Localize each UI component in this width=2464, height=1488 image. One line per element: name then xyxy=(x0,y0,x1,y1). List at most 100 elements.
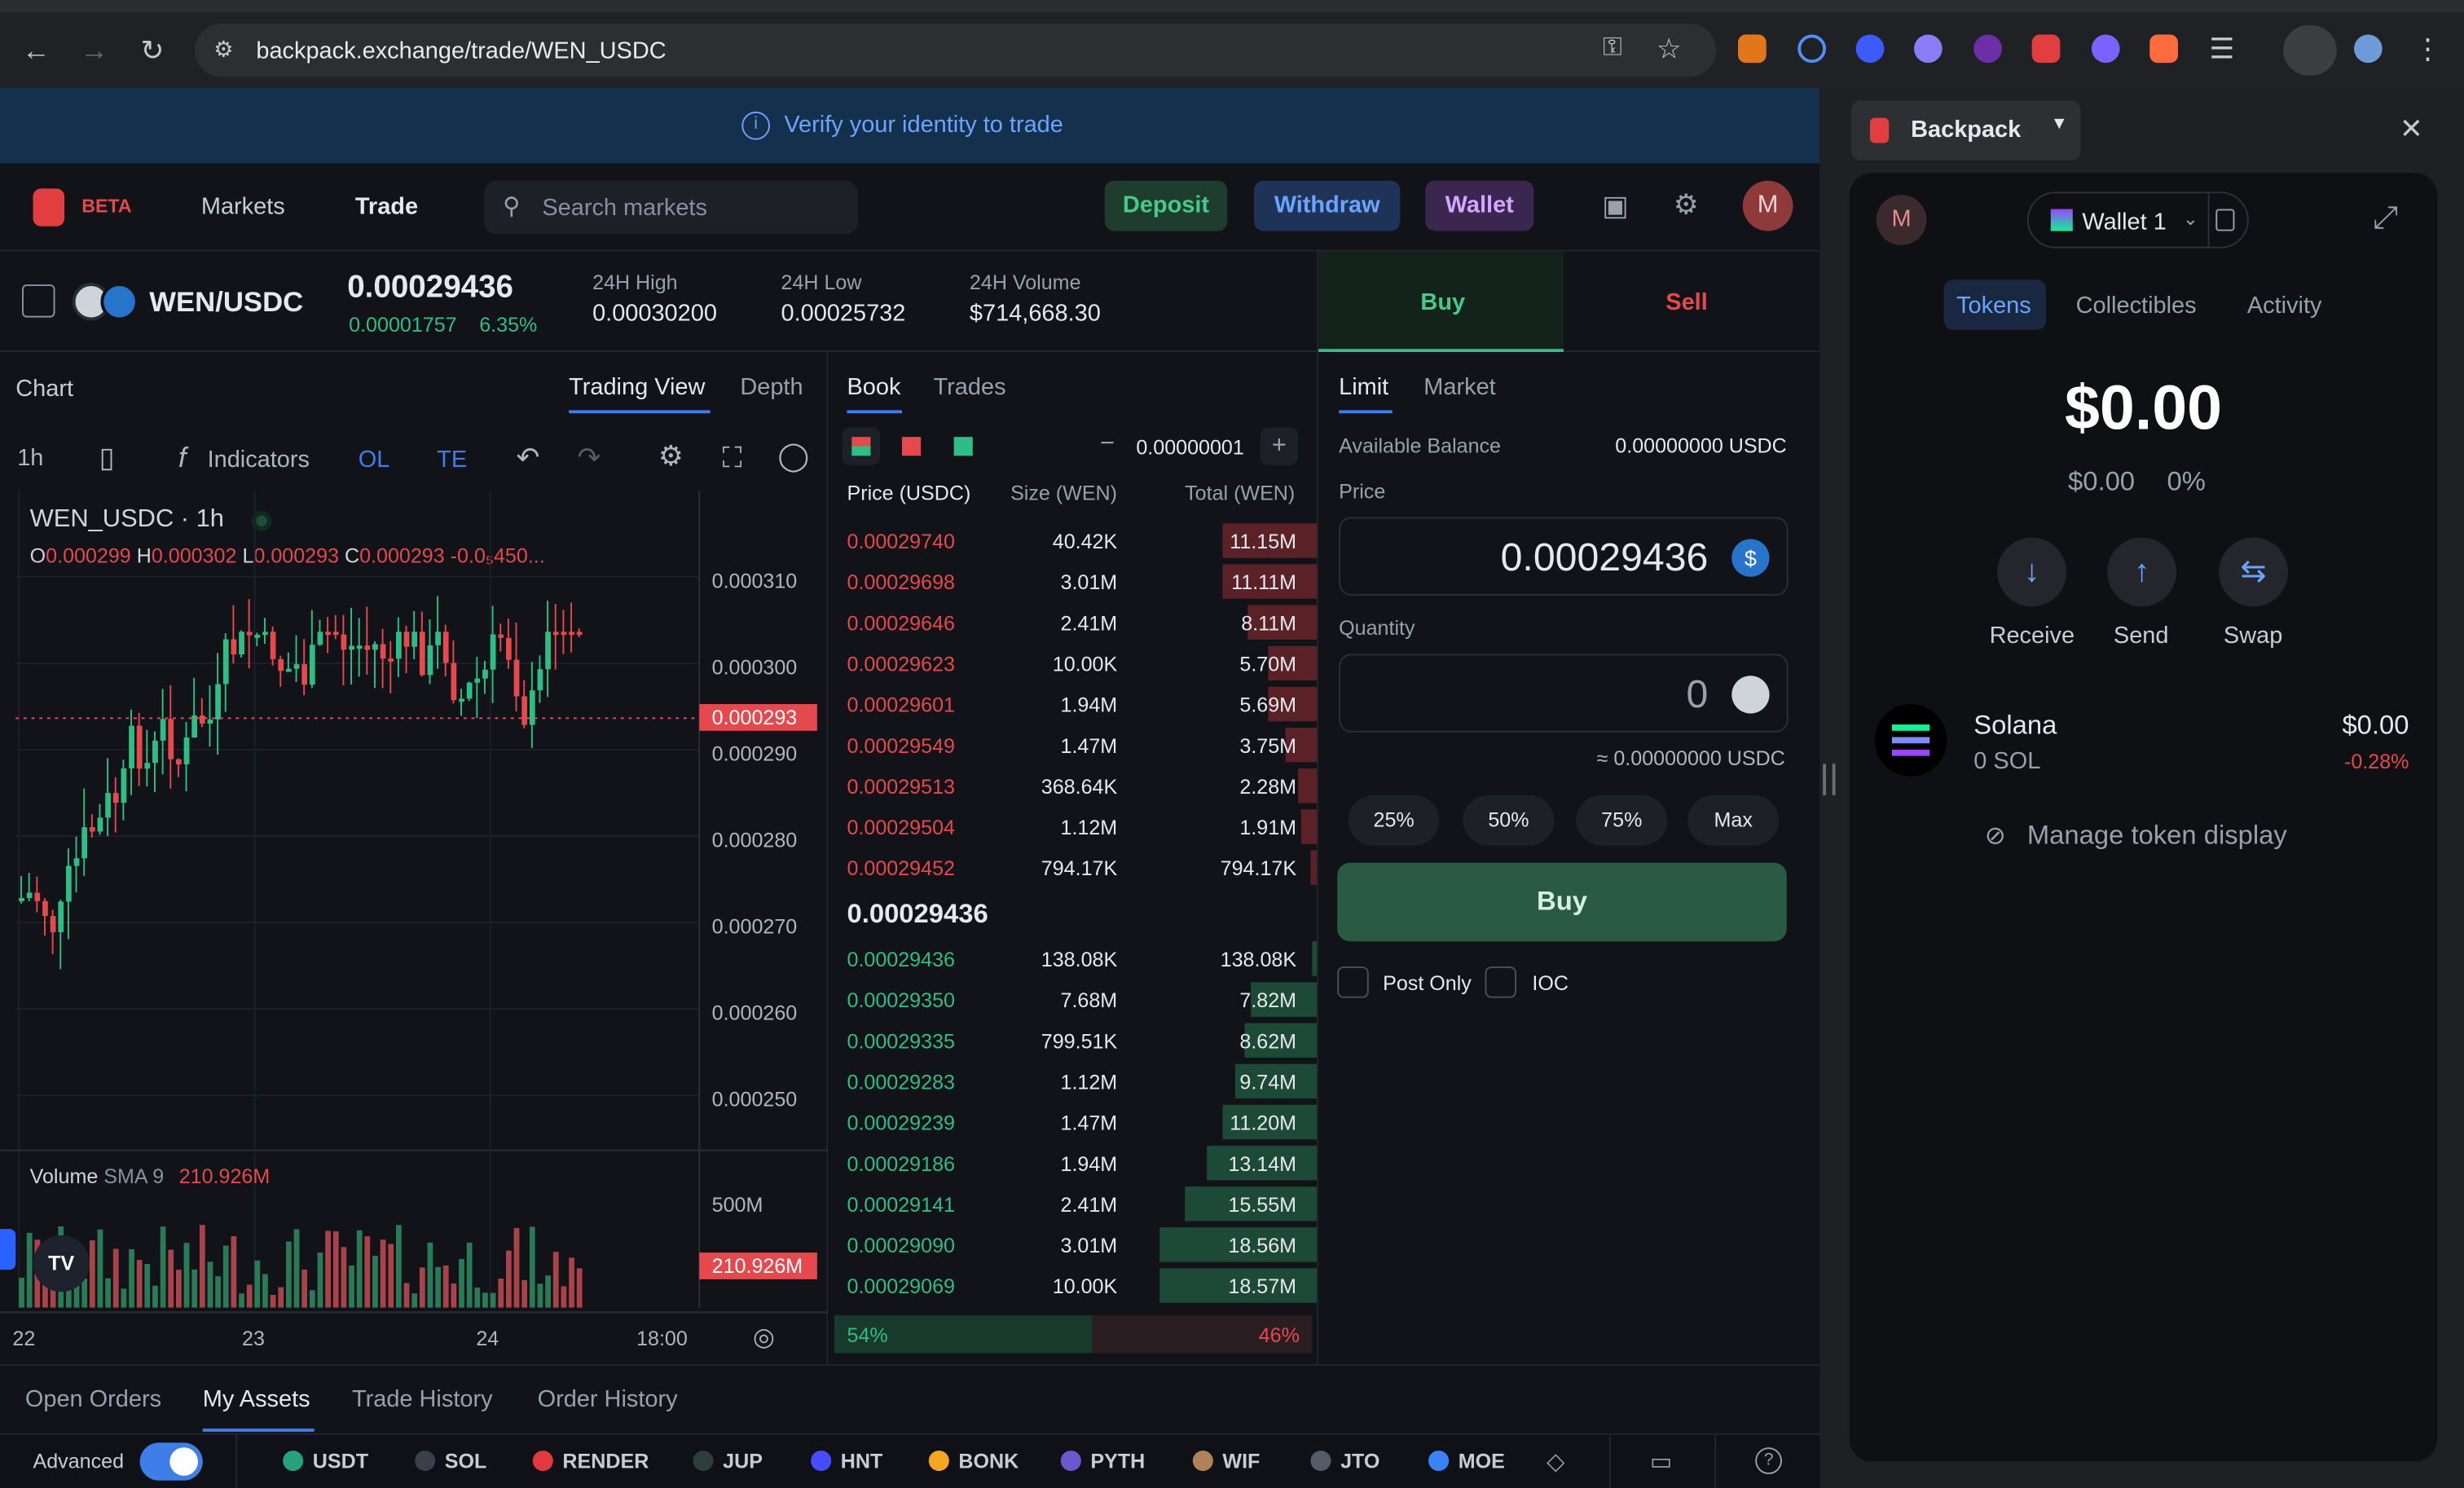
swap-arrows-icon[interactable]: ⇆ xyxy=(2219,537,2288,607)
price-axis[interactable]: 0.000310 0.000300 0.000290 0.000280 0.000270… xyxy=(712,491,822,1151)
bid-row[interactable]: 0.00029283 1.12M 9.74M xyxy=(829,1061,1318,1102)
caret-down-icon[interactable]: ▼ xyxy=(2051,115,2068,134)
token-ticker-strip[interactable]: USDT SOL RENDER JUP HNT BONK PYTH WIF JTO MOE xyxy=(252,1435,1509,1488)
reload-icon[interactable]: ↻ xyxy=(135,34,169,66)
wallet-app-selector[interactable]: Backpack ▼ xyxy=(1850,100,2081,161)
tick-decrease-icon[interactable]: − xyxy=(1100,430,1115,459)
expand-handle[interactable] xyxy=(0,1229,16,1270)
fullscreen-icon[interactable]: ⛶ xyxy=(716,442,748,475)
ask-row[interactable]: 0.00029601 1.94M 5.69M xyxy=(829,684,1318,724)
wallet-tab-tokens-label[interactable]: Tokens xyxy=(1956,293,2031,319)
indicators-fx-icon[interactable]: f xyxy=(166,442,198,475)
backpack-extension-icon[interactable] xyxy=(2031,34,2061,64)
nav-trade[interactable]: Trade xyxy=(355,193,418,220)
wallet-name[interactable]: Wallet 1 xyxy=(2082,209,2166,236)
price-chart-canvas[interactable] xyxy=(0,490,829,1364)
advanced-toggle[interactable] xyxy=(139,1442,203,1481)
receive-arrow-icon[interactable]: ↓ xyxy=(1997,537,2067,607)
bid-row[interactable]: 0.00029141 2.41M 15.55M xyxy=(829,1183,1318,1224)
wallet-chevron-down-icon[interactable]: ⌄ xyxy=(2183,208,2198,230)
diamond-icon[interactable]: ◇ xyxy=(1540,1447,1572,1476)
wallet-tab-collectibles[interactable]: Collectibles xyxy=(2076,293,2197,319)
phantom-extension-icon[interactable] xyxy=(1913,34,1943,64)
mid-price[interactable]: 0.00029436 xyxy=(847,899,988,931)
token-chip-wif[interactable]: WIF xyxy=(1192,1449,1260,1473)
interval-1h[interactable]: 1h xyxy=(17,445,43,472)
send-label[interactable]: Send xyxy=(2114,623,2169,649)
pct-75-button[interactable]: 75% xyxy=(1576,795,1668,846)
key-icon[interactable]: ⚿ xyxy=(1603,34,1622,63)
ioc-label[interactable]: IOC xyxy=(1532,971,1569,995)
buy-tab[interactable]: Buy xyxy=(1318,251,1564,352)
search-input[interactable]: ⚲ Search markets xyxy=(483,180,858,235)
submit-buy-button[interactable]: Buy xyxy=(1337,862,1787,942)
wallet-avatar[interactable]: M xyxy=(1876,195,1927,245)
pair-name[interactable]: WEN/USDC xyxy=(149,286,303,319)
ghost-extension-icon[interactable] xyxy=(2091,34,2120,64)
tab-market[interactable]: Market xyxy=(1423,374,1495,401)
ask-row[interactable]: 0.00029504 1.12M 1.91M xyxy=(829,806,1318,847)
post-only-label[interactable]: Post Only xyxy=(1383,971,1472,995)
tab-depth[interactable]: Depth xyxy=(740,374,803,401)
copy-address-icon[interactable] xyxy=(2215,209,2235,231)
bid-row[interactable]: 0.00029186 1.94M 13.14M xyxy=(829,1142,1318,1183)
ask-row[interactable]: 0.00029513 368.64K 2.28M xyxy=(829,765,1318,806)
panel-resize-handle[interactable] xyxy=(1823,764,1836,795)
address-bar[interactable]: ⚙ backpack.exchange/trade/WEN_USDC ⚿ ☆ xyxy=(195,23,1716,77)
tradingview-logo[interactable]: TV xyxy=(33,1235,90,1292)
ask-row[interactable]: 0.00029698 3.01M 11.11M xyxy=(829,561,1318,601)
tab-book[interactable]: Book xyxy=(847,374,900,401)
sell-tab-label[interactable]: Sell xyxy=(1665,289,1707,316)
back-icon[interactable]: ← xyxy=(19,34,53,66)
extensions-puzzle-icon[interactable]: ☰ xyxy=(2205,33,2239,64)
verify-text[interactable]: Verify your identity to trade xyxy=(784,112,1063,139)
quantity-input[interactable]: 0 xyxy=(1339,654,1789,733)
metamask-extension-icon[interactable] xyxy=(1737,34,1767,64)
redo-icon[interactable]: ↷ xyxy=(574,442,605,475)
pct-50-button[interactable]: 50% xyxy=(1463,795,1555,846)
bid-row[interactable]: 0.00029069 10.00K 18.57M xyxy=(829,1265,1318,1305)
token-chip-render[interactable]: RENDER xyxy=(532,1449,649,1473)
bid-row[interactable]: 0.00029090 3.01M 18.56M xyxy=(829,1224,1318,1265)
token-chip-moe[interactable]: MOE xyxy=(1428,1449,1505,1473)
bid-row[interactable]: 0.00029350 7.68M 7.82M xyxy=(829,979,1318,1019)
book-view-both-icon[interactable] xyxy=(842,427,880,465)
token-chip-bonk[interactable]: BONK xyxy=(928,1449,1019,1473)
wallet-icon[interactable]: ▣ xyxy=(1598,190,1632,222)
ask-row[interactable]: 0.00029549 1.47M 3.75M xyxy=(829,724,1318,765)
bid-row[interactable]: 0.00029239 1.47M 11.20M xyxy=(829,1102,1318,1142)
bid-row[interactable]: 0.00029436 138.08K 138.08K xyxy=(829,938,1318,979)
sidebar-toggle-icon[interactable] xyxy=(21,284,55,318)
timezone-settings-icon[interactable]: ◎ xyxy=(748,1322,780,1354)
profile-avatar[interactable] xyxy=(2353,34,2383,64)
token-chip-usdt[interactable]: USDT xyxy=(283,1449,368,1473)
site-info-icon[interactable]: ⚙ xyxy=(213,36,233,63)
backpack-logo-icon[interactable] xyxy=(33,188,65,227)
te-button[interactable]: TE xyxy=(437,447,467,473)
nav-markets[interactable]: Markets xyxy=(201,193,285,220)
send-arrow-icon[interactable]: ↑ xyxy=(2107,537,2177,607)
ask-row[interactable]: 0.00029646 2.41M 8.11M xyxy=(829,602,1318,643)
swap-label[interactable]: Swap xyxy=(2224,623,2282,649)
buy-tab-label[interactable]: Buy xyxy=(1420,289,1465,316)
help-icon[interactable]: ? xyxy=(1755,1447,1782,1474)
book-view-bids-icon[interactable] xyxy=(944,428,982,465)
side-panel-icon[interactable] xyxy=(2283,24,2337,76)
tab-order-history[interactable]: Order History xyxy=(538,1386,678,1413)
ol-button[interactable]: OL xyxy=(359,447,390,473)
tab-trade-history[interactable]: Trade History xyxy=(352,1386,493,1413)
tab-my-assets[interactable]: My Assets xyxy=(203,1386,310,1413)
token-chip-jto[interactable]: JTO xyxy=(1310,1449,1379,1473)
time-axis[interactable]: 22 23 24 18:00 xyxy=(0,1323,699,1355)
circle-extension-icon[interactable] xyxy=(1855,34,1885,64)
ioc-checkbox[interactable] xyxy=(1485,966,1517,998)
close-panel-icon[interactable]: ✕ xyxy=(2400,113,2423,146)
ask-row[interactable]: 0.00029740 40.42K 11.15M xyxy=(829,520,1318,561)
price-input[interactable]: 0.00029436 $ xyxy=(1339,517,1789,596)
tick-increase-icon[interactable]: + xyxy=(1260,427,1298,465)
tab-trading-view[interactable]: Trading View xyxy=(569,374,705,401)
chart-settings-icon[interactable]: ⚙ xyxy=(653,440,688,473)
token-chip-pyth[interactable]: PYTH xyxy=(1060,1449,1145,1473)
token-chip-hnt[interactable]: HNT xyxy=(811,1449,882,1473)
wallet-tab-activity[interactable]: Activity xyxy=(2247,293,2322,319)
